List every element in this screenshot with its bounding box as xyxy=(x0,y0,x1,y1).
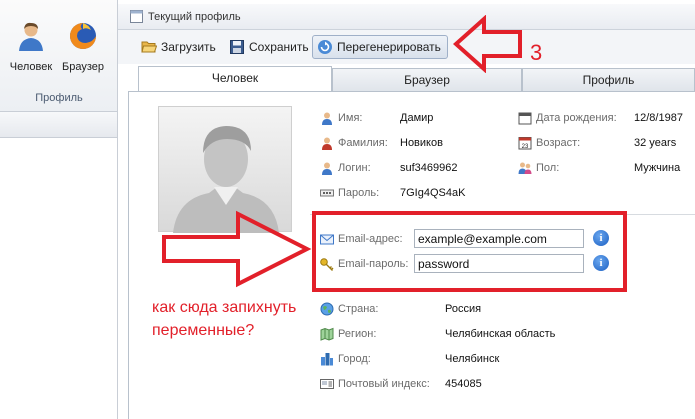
gender-value: Мужчина xyxy=(634,162,681,174)
annotation-text: как сюда запихнуть переменные? xyxy=(152,296,332,342)
zip-value: 454085 xyxy=(445,378,482,390)
tab-person[interactable]: Человек xyxy=(138,66,332,93)
zip-label: Почтовый индекс: xyxy=(338,378,430,390)
annotation-line-1: как сюда запихнуть xyxy=(152,299,297,316)
calendar-icon xyxy=(518,112,532,125)
surname-value: Новиков xyxy=(400,137,443,149)
annotation-number: 3 xyxy=(530,40,543,65)
save-button[interactable]: Сохранить xyxy=(224,35,316,59)
save-icon xyxy=(230,40,244,54)
buildings-icon xyxy=(321,353,333,366)
login-label: Логин: xyxy=(338,162,371,174)
window-icon xyxy=(130,10,143,23)
save-label: Сохранить xyxy=(249,40,309,54)
ribbon-person-label: Человек xyxy=(9,61,53,73)
person-icon xyxy=(322,112,332,125)
login-value: suf3469962 xyxy=(400,162,458,174)
regenerate-label: Перегенерировать xyxy=(337,40,441,54)
regenerate-button[interactable]: Перегенерировать xyxy=(312,35,448,59)
ribbon-panel: Человек Браузер Профиль xyxy=(0,0,118,112)
gender-label: Пол: xyxy=(536,162,560,174)
firefox-icon xyxy=(70,23,96,49)
ribbon-person-button[interactable]: Человек xyxy=(6,20,56,73)
password-label: Пароль: xyxy=(338,187,380,199)
calendar-23-icon: 23 xyxy=(518,137,532,150)
postal-icon xyxy=(320,379,334,389)
people-icon xyxy=(518,162,532,174)
ribbon-group-label: Профиль xyxy=(35,92,83,104)
ribbon-browser-label: Браузер xyxy=(62,61,104,73)
ribbon-browser-button[interactable]: Браузер xyxy=(58,20,108,73)
age-value: 32 years xyxy=(634,137,677,149)
city-label: Город: xyxy=(338,353,371,365)
annotation-line-2: переменные? xyxy=(152,322,255,339)
birth-label: Дата рождения: xyxy=(536,112,617,124)
load-label: Загрузить xyxy=(161,40,216,54)
panel-header: Текущий профиль xyxy=(118,4,695,30)
country-label: Страна: xyxy=(338,303,379,315)
toolbar: Загрузить Сохранить Перегенерировать xyxy=(118,30,695,64)
name-value: Дамир xyxy=(400,112,434,124)
person-icon xyxy=(322,162,332,175)
left-area xyxy=(0,138,118,419)
svg-text:23: 23 xyxy=(522,144,529,150)
region-value: Челябинская область xyxy=(445,328,556,340)
age-label: Возраст: xyxy=(536,137,581,149)
region-label: Регион: xyxy=(338,328,377,340)
city-value: Челябинск xyxy=(445,353,500,365)
tab-browser-label: Браузер xyxy=(404,73,450,87)
password-value: 7GIg4QS4aK xyxy=(400,187,466,199)
tab-person-label: Человек xyxy=(211,71,259,85)
name-label: Имя: xyxy=(338,112,363,124)
tab-bar: Человек Браузер Профиль xyxy=(118,64,695,93)
password-dots-icon xyxy=(320,189,334,197)
annotation-arrow-right xyxy=(162,210,312,288)
tab-profile-label: Профиль xyxy=(582,73,635,87)
tab-profile[interactable]: Профиль xyxy=(522,68,695,92)
refresh-icon xyxy=(318,40,332,54)
person-icon xyxy=(322,137,332,150)
annotation-box xyxy=(312,211,627,292)
annotation-arrow-left xyxy=(452,15,522,73)
surname-label: Фамилия: xyxy=(338,137,388,149)
load-button[interactable]: Загрузить xyxy=(136,35,223,59)
folder-open-icon xyxy=(141,41,157,53)
country-value: Россия xyxy=(445,303,482,315)
panel-title: Текущий профиль xyxy=(148,11,241,23)
birth-value: 12/8/1987 xyxy=(634,112,683,124)
person-icon xyxy=(19,22,43,51)
left-strip xyxy=(0,112,118,138)
